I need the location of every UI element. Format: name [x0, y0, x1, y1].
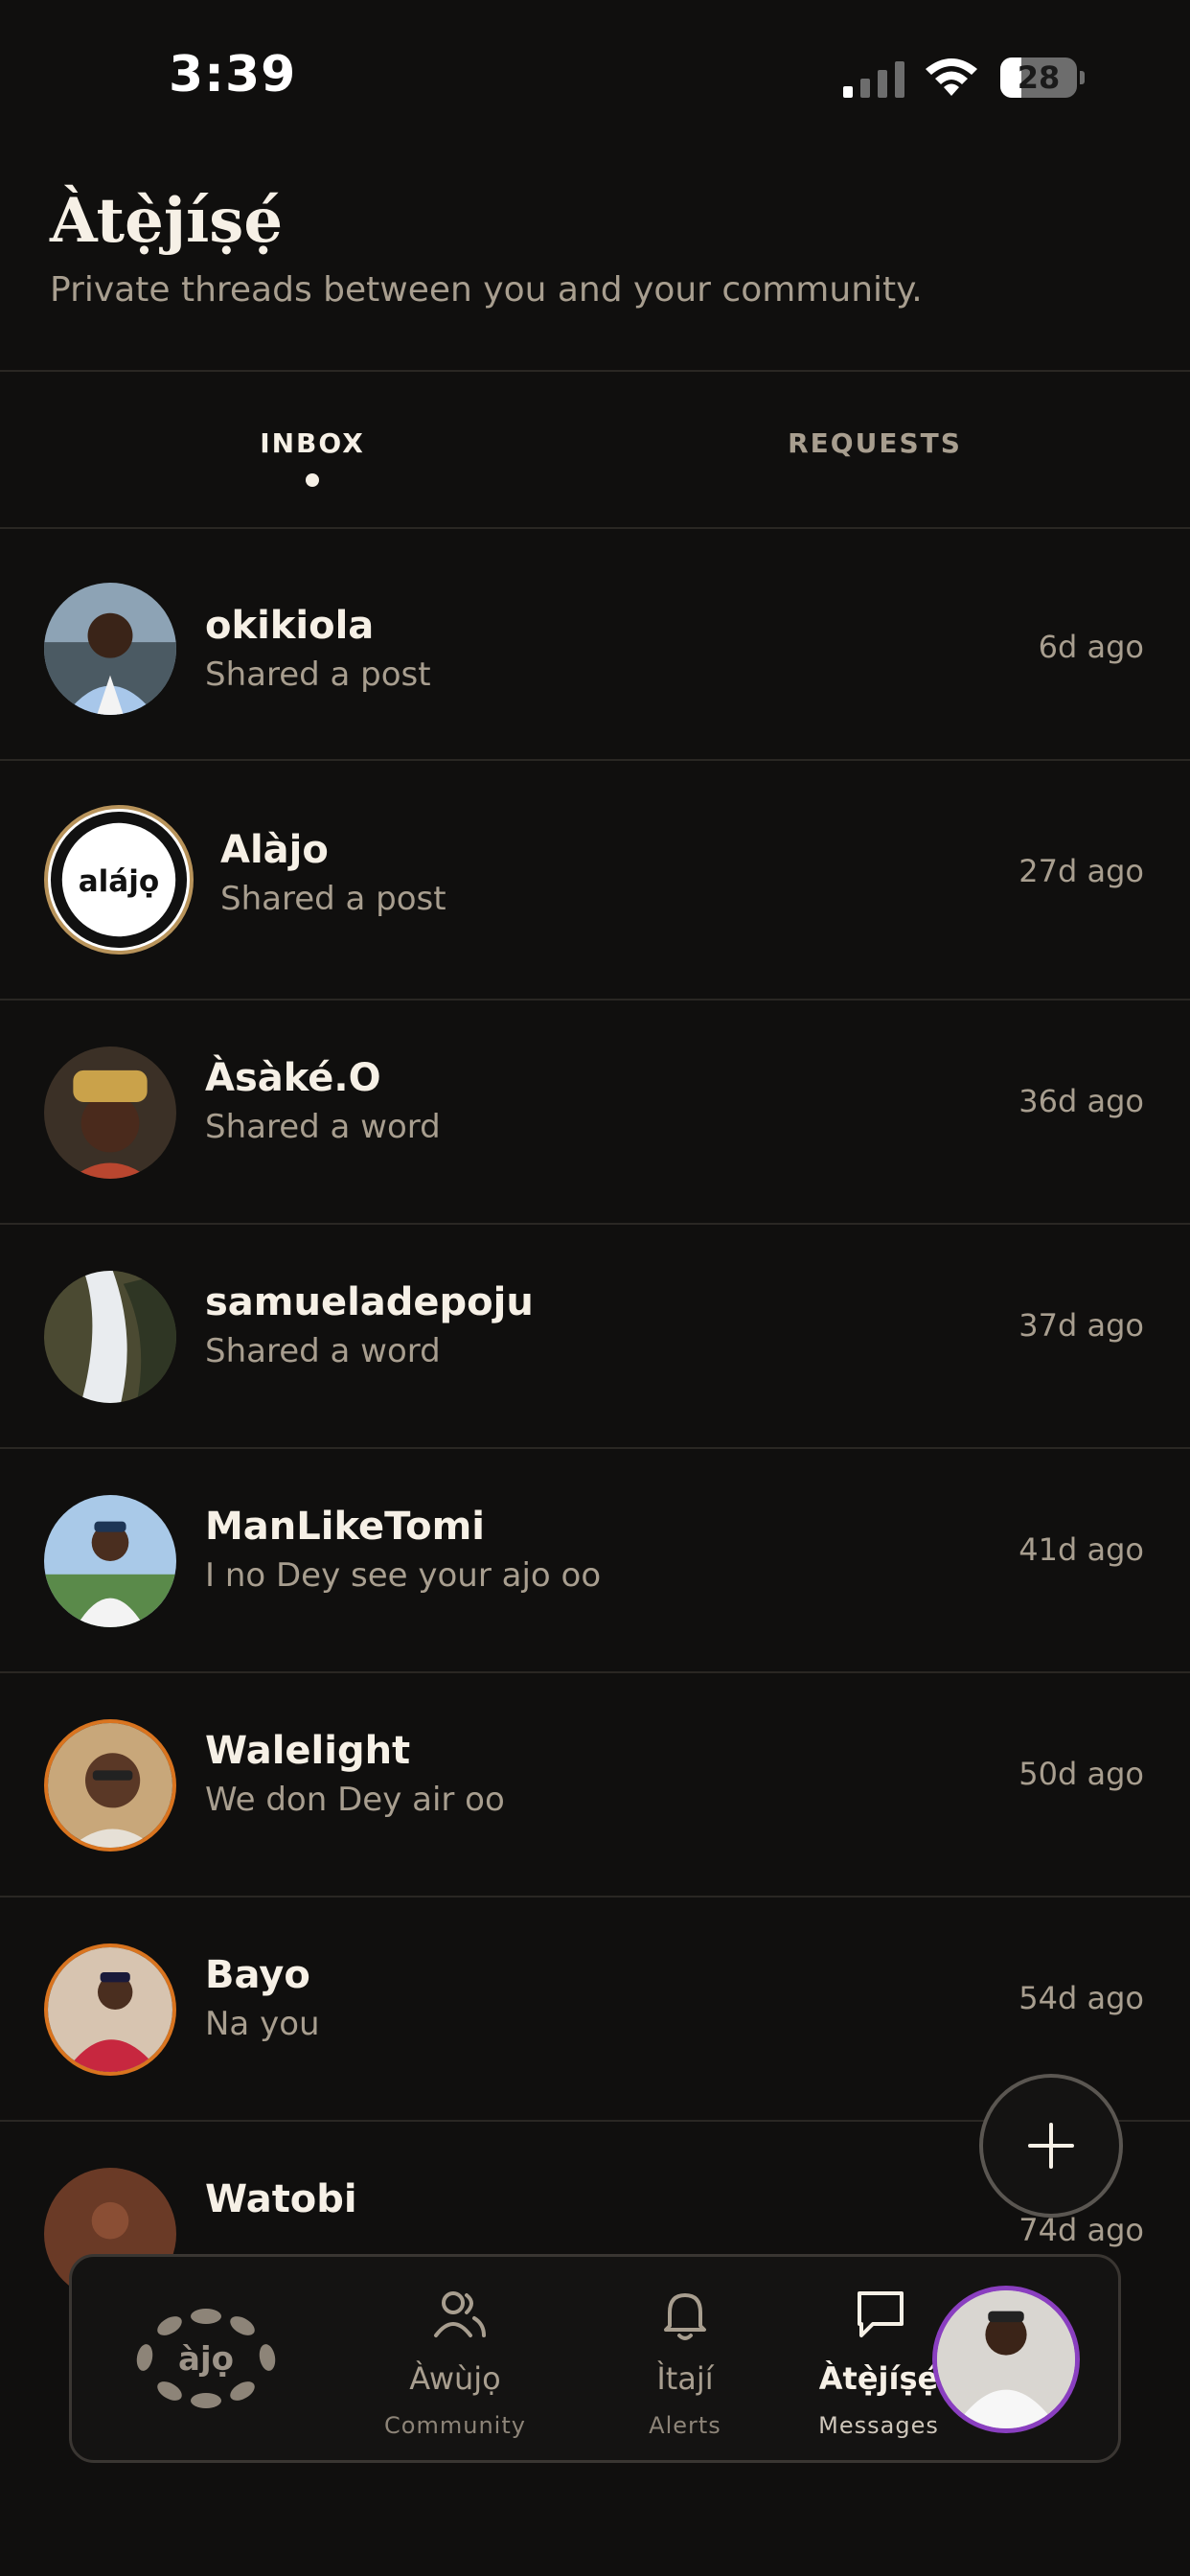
avatar-alajo-logo: alájọ: [44, 805, 194, 954]
tab-bar: INBOX REQUESTS: [0, 372, 1190, 527]
thread-time: 41d ago: [1018, 1531, 1144, 1568]
avatar-bayo: [44, 1944, 176, 2076]
thread-time: 27d ago: [1018, 853, 1144, 889]
thread-list: okikiola Shared a post 6d ago alájọ Alàj…: [0, 529, 1190, 2313]
plus-icon: [1028, 2123, 1074, 2169]
alajo-logo-text: alájọ: [79, 864, 160, 899]
active-tab-indicator: [306, 473, 319, 487]
thread-preview: Shared a word: [205, 1332, 441, 1370]
nav-community[interactable]: Àwùjọ Community: [350, 2257, 561, 2460]
thread-name: Walelight: [205, 1729, 411, 1773]
thread-row-asake[interactable]: Àsàké.O Shared a word 36d ago: [0, 1000, 1190, 1225]
battery-icon: 28: [1000, 58, 1085, 100]
bell-icon: [664, 2293, 706, 2340]
chat-bubble-icon: [858, 2291, 904, 2337]
nav-sublabel: Community: [384, 2412, 526, 2439]
thread-time: 36d ago: [1018, 1083, 1144, 1119]
thread-row-samueladepoju[interactable]: samueladepoju Shared a word 37d ago: [0, 1225, 1190, 1449]
new-message-button[interactable]: [979, 2074, 1123, 2218]
thread-name: Watobi: [205, 2177, 357, 2221]
tab-inbox[interactable]: INBOX: [217, 427, 408, 459]
thread-preview: I no Dey see your ajo oo: [205, 1556, 602, 1595]
page-subtitle: Private threads between you and your com…: [50, 270, 923, 310]
thread-row-okikiola[interactable]: okikiola Shared a post 6d ago: [0, 529, 1190, 761]
thread-preview: Shared a post: [220, 880, 446, 918]
nav-home-logo[interactable]: àjọ: [129, 2257, 283, 2460]
thread-name: Bayo: [205, 1953, 310, 1997]
nav-label: Àwùjọ: [409, 2360, 501, 2397]
avatar-asake: [44, 1046, 176, 1179]
thread-name: okikiola: [205, 604, 375, 648]
thread-preview: We don Dey air oo: [205, 1781, 505, 1819]
nav-sublabel: Messages: [818, 2412, 939, 2439]
avatar-manliketomi: [44, 1495, 176, 1627]
avatar: [937, 2290, 1075, 2428]
thread-preview: Na you: [205, 2005, 320, 2043]
wifi-icon: [926, 58, 977, 96]
profile-avatar-button[interactable]: [932, 2286, 1080, 2433]
svg-text:àjọ: àjọ: [178, 2340, 234, 2379]
page-header: Àtẹ̀jíṣẹ́ Private threads between you an…: [50, 178, 923, 310]
thread-name: ManLikeTomi: [205, 1505, 485, 1549]
bottom-nav: àjọ Àwùjọ Community Ìtají Alerts Àtẹ̀jíṣ…: [69, 2254, 1121, 2463]
nav-alerts[interactable]: Ìtají Alerts: [580, 2257, 790, 2460]
cellular-signal-icon: [843, 61, 904, 98]
thread-time: 74d ago: [1018, 2212, 1144, 2248]
thread-time: 6d ago: [1038, 629, 1144, 665]
avatar-samueladepoju: [44, 1271, 176, 1403]
thread-name: Àsàké.O: [205, 1056, 381, 1100]
thread-row-alajo[interactable]: alájọ Alàjo Shared a post 27d ago: [0, 761, 1190, 1000]
thread-preview: Shared a post: [205, 656, 431, 694]
thread-time: 37d ago: [1018, 1307, 1144, 1344]
battery-percentage: 28: [1017, 59, 1061, 96]
tab-requests[interactable]: REQUESTS: [767, 427, 983, 459]
thread-name: Alàjo: [220, 828, 329, 872]
thread-name: samueladepoju: [205, 1280, 534, 1324]
thread-time: 54d ago: [1018, 1980, 1144, 2016]
thread-row-manliketomi[interactable]: ManLikeTomi I no Dey see your ajo oo 41d…: [0, 1449, 1190, 1673]
nav-label: Ìtají: [656, 2360, 714, 2397]
avatar-walelight: [44, 1719, 176, 1852]
avatar-okikiola: [44, 583, 176, 715]
status-time: 3:39: [169, 46, 297, 104]
thread-preview: Shared a word: [205, 1108, 441, 1146]
people-icon: [434, 2291, 486, 2337]
ajo-logo-icon: àjọ: [136, 2309, 276, 2408]
thread-row-walelight[interactable]: Walelight We don Dey air oo 50d ago: [0, 1673, 1190, 1898]
thread-time: 50d ago: [1018, 1756, 1144, 1792]
page-title: Àtẹ̀jíṣẹ́: [50, 185, 284, 257]
nav-sublabel: Alerts: [649, 2412, 721, 2439]
status-bar: 3:39 28: [0, 0, 1190, 144]
